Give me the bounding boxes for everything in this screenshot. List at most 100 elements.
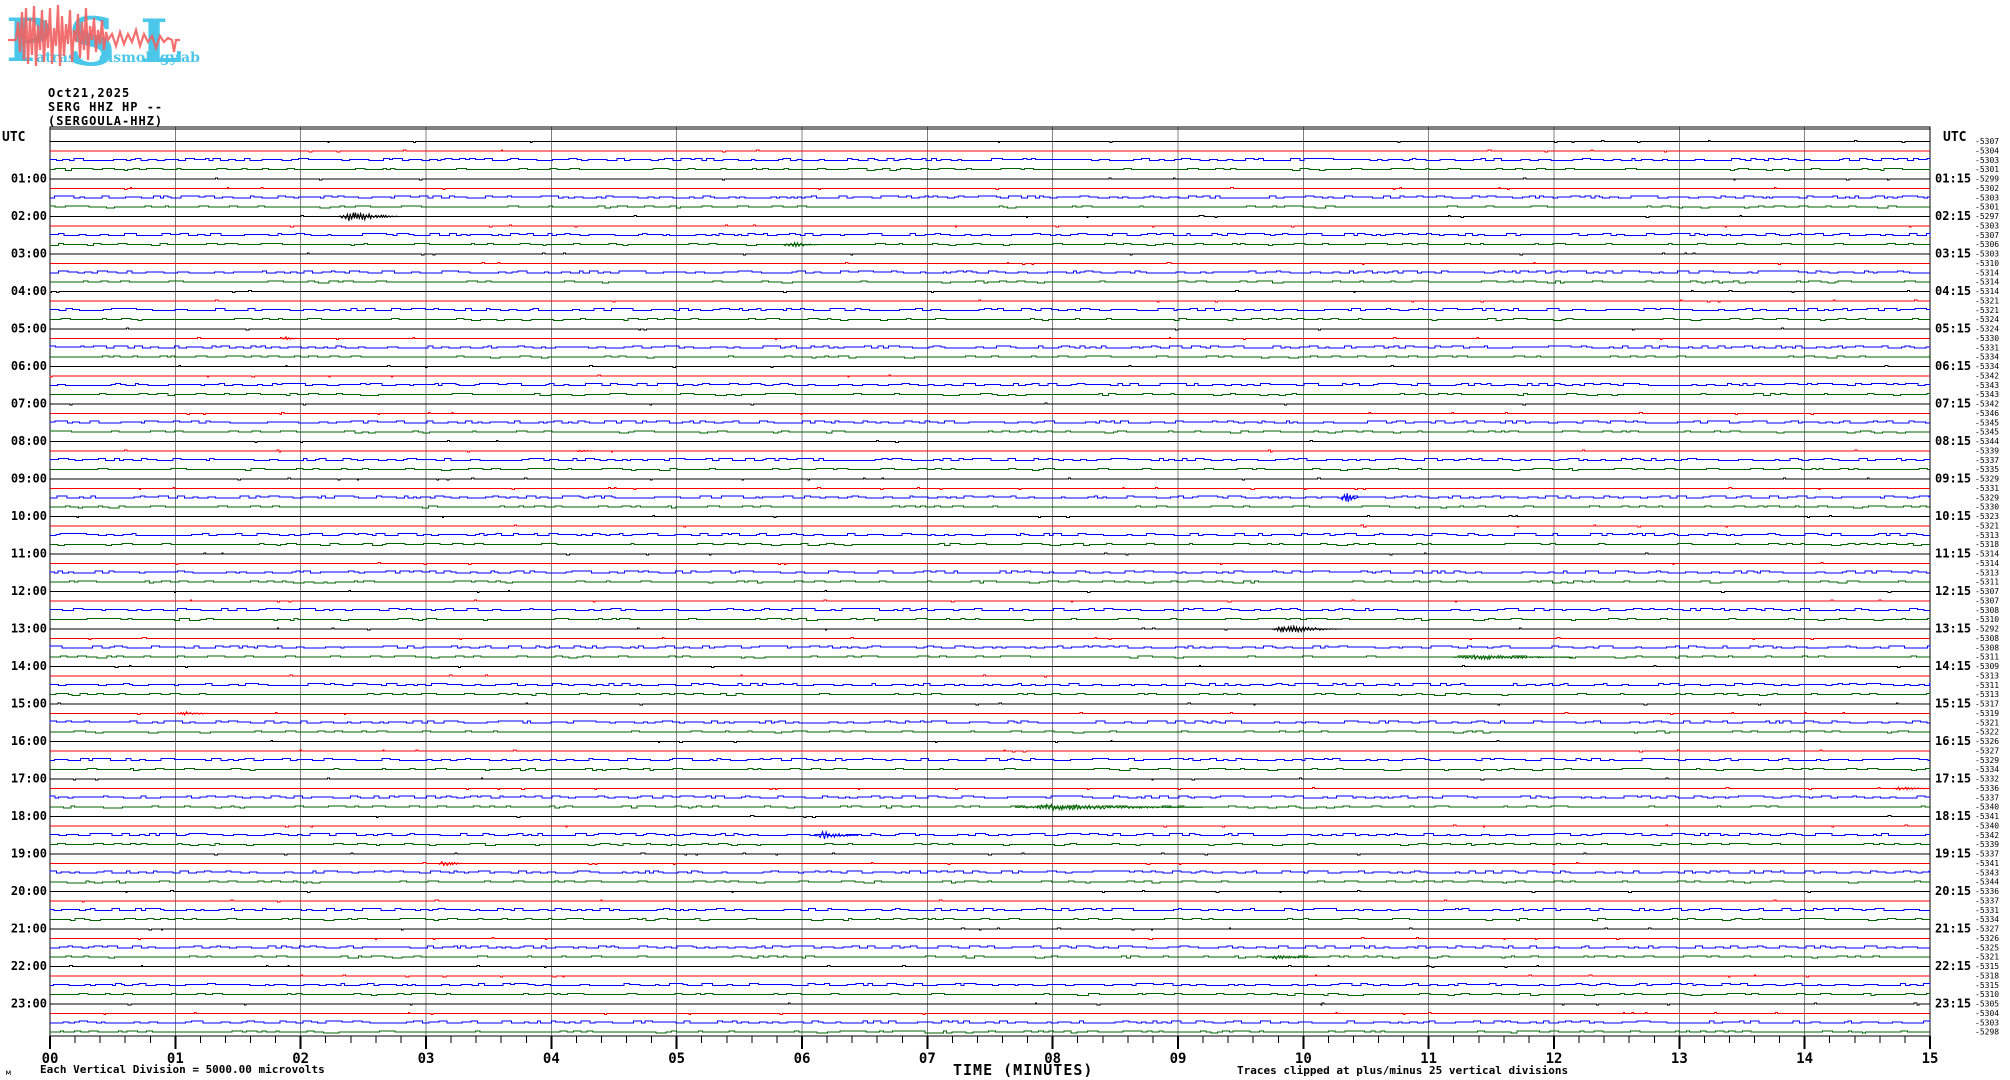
minute-label: 05 [668, 1051, 685, 1067]
helicorder-plot: 00 01 02 03 04 05 06 07 08 09 10 11 12 13 14 1501:0002:… [11, 126, 1999, 1067]
seismic-trace-row [50, 299, 1930, 303]
trace-offset-value: -5330 [1975, 334, 1999, 343]
seismic-trace-row [50, 824, 1930, 828]
hour-label-right: 20:15 [1935, 884, 1971, 898]
trace-offset-value: -5327 [1975, 925, 1999, 934]
hour-label-left: 16:00 [11, 734, 47, 748]
scale-note: Each Vertical Division = 5000.00 microvo… [40, 1063, 325, 1076]
hour-label-right: 07:15 [1935, 397, 1971, 411]
hour-label-right: 17:15 [1935, 772, 1971, 786]
seismic-trace-row [49, 420, 1930, 424]
trace-offset-value: -5345 [1975, 418, 1999, 427]
header-station-line: SERG HHZ HP -- [48, 100, 164, 114]
hour-label-right: 06:15 [1935, 359, 1971, 373]
hour-label-right: 05:15 [1935, 322, 1971, 336]
seismic-trace-row [50, 215, 1930, 219]
seismic-trace-row [50, 674, 1930, 678]
seismic-trace-row [50, 149, 1930, 153]
seismic-trace-row [50, 552, 1930, 556]
trace-offset-value: -5306 [1975, 240, 1999, 249]
hour-label-right: 22:15 [1935, 959, 1971, 973]
seismic-trace-row [49, 290, 1930, 294]
seismic-event-burst [1271, 624, 1341, 634]
seismic-trace-row [50, 495, 1931, 499]
minute-label: 15 [1922, 1051, 1939, 1067]
trace-offset-value: -5331 [1975, 484, 1999, 493]
trace-offset-value: -5310 [1975, 990, 1999, 999]
seismic-trace-row [50, 861, 1930, 865]
seismic-trace-row [50, 505, 1930, 509]
clip-note: Traces clipped at plus/minus 25 vertical… [1237, 1064, 1569, 1077]
seismic-trace-row [50, 768, 1931, 772]
seismic-trace-row [50, 252, 1930, 256]
hour-label-left: 08:00 [11, 434, 47, 448]
hour-label-left: 11:00 [11, 547, 47, 561]
minute-label: 03 [418, 1051, 435, 1067]
hour-label-right: 03:15 [1935, 247, 1971, 261]
seismic-trace-row [50, 982, 1931, 986]
seismic-event-burst [1891, 786, 1931, 791]
trace-offset-value: -5341 [1975, 812, 1999, 821]
trace-offset-value: -5311 [1975, 578, 1999, 587]
seismic-trace-row [49, 307, 1931, 311]
seismic-trace-row [50, 945, 1930, 949]
trace-offset-value: -5343 [1975, 381, 1999, 390]
trace-offset-value: -5302 [1975, 184, 1999, 193]
seismic-trace-row [50, 815, 1930, 819]
seismic-trace-row [50, 270, 1930, 274]
trace-offset-value: -5308 [1975, 634, 1999, 643]
seismic-trace-row [50, 936, 1930, 940]
seismic-event-burst [1340, 493, 1359, 503]
seismic-trace-row [50, 411, 1930, 415]
trace-offset-value: -5307 [1975, 231, 1999, 240]
hour-label-left: 12:00 [11, 584, 47, 598]
hour-label-left: 14:00 [11, 659, 47, 673]
trace-offset-value: -5313 [1975, 671, 1999, 680]
minute-label: 14 [1796, 1051, 1813, 1067]
seismic-trace-row [50, 711, 1930, 715]
seismic-trace-row [50, 702, 1930, 706]
trace-offset-value: -5321 [1975, 521, 1999, 530]
hour-label-left: 06:00 [11, 359, 47, 373]
seismic-trace-row [49, 374, 1930, 378]
seismic-trace-row [50, 195, 1931, 199]
seismic-trace-row [49, 682, 1931, 686]
trace-offset-value: -5344 [1975, 437, 1999, 446]
seismic-trace-row [50, 993, 1931, 997]
hour-label-left: 02:00 [11, 209, 47, 223]
trace-offset-value: -5327 [1975, 746, 1999, 755]
trace-offset-value: -5318 [1975, 540, 1999, 549]
hour-label-left: 22:00 [11, 959, 47, 973]
seismic-trace-row [50, 757, 1930, 761]
seismic-trace-row [50, 177, 1930, 181]
trace-offset-value: -5339 [1975, 840, 1999, 849]
hour-label-left: 19:00 [11, 847, 47, 861]
seismic-event-burst [281, 335, 297, 341]
seismic-trace-row [50, 627, 1930, 631]
trace-offset-value: -5334 [1975, 353, 1999, 362]
trace-offset-value: -5337 [1975, 456, 1999, 465]
hour-label-right: 12:15 [1935, 584, 1971, 598]
hour-label-right: 11:15 [1935, 547, 1971, 561]
seismic-trace-row [50, 318, 1930, 322]
hour-label-left: 15:00 [11, 697, 47, 711]
trace-offset-value: -5310 [1975, 259, 1999, 268]
trace-offset-value: -5314 [1975, 550, 1999, 559]
trace-offset-value: -5339 [1975, 446, 1999, 455]
seismic-trace-row [50, 224, 1930, 228]
trace-offset-value: -5311 [1975, 681, 1999, 690]
hour-label-right: 21:15 [1935, 922, 1971, 936]
seismic-trace-row [50, 449, 1930, 453]
hour-label-left: 03:00 [11, 247, 47, 261]
hour-label-right: 10:15 [1935, 509, 1971, 523]
seismic-trace-row [49, 907, 1930, 911]
trace-offset-value: -5329 [1975, 493, 1999, 502]
hour-label-left: 09:00 [11, 472, 47, 486]
seismic-trace-row [49, 645, 1931, 649]
logo-word-ab: ab [181, 50, 200, 66]
trace-offset-value: -5303 [1975, 156, 1999, 165]
seismic-trace-row [49, 832, 1931, 836]
seismic-trace-row [50, 186, 1930, 190]
trace-offset-value: -5309 [1975, 662, 1999, 671]
trace-offset-value: -5331 [1975, 906, 1999, 915]
